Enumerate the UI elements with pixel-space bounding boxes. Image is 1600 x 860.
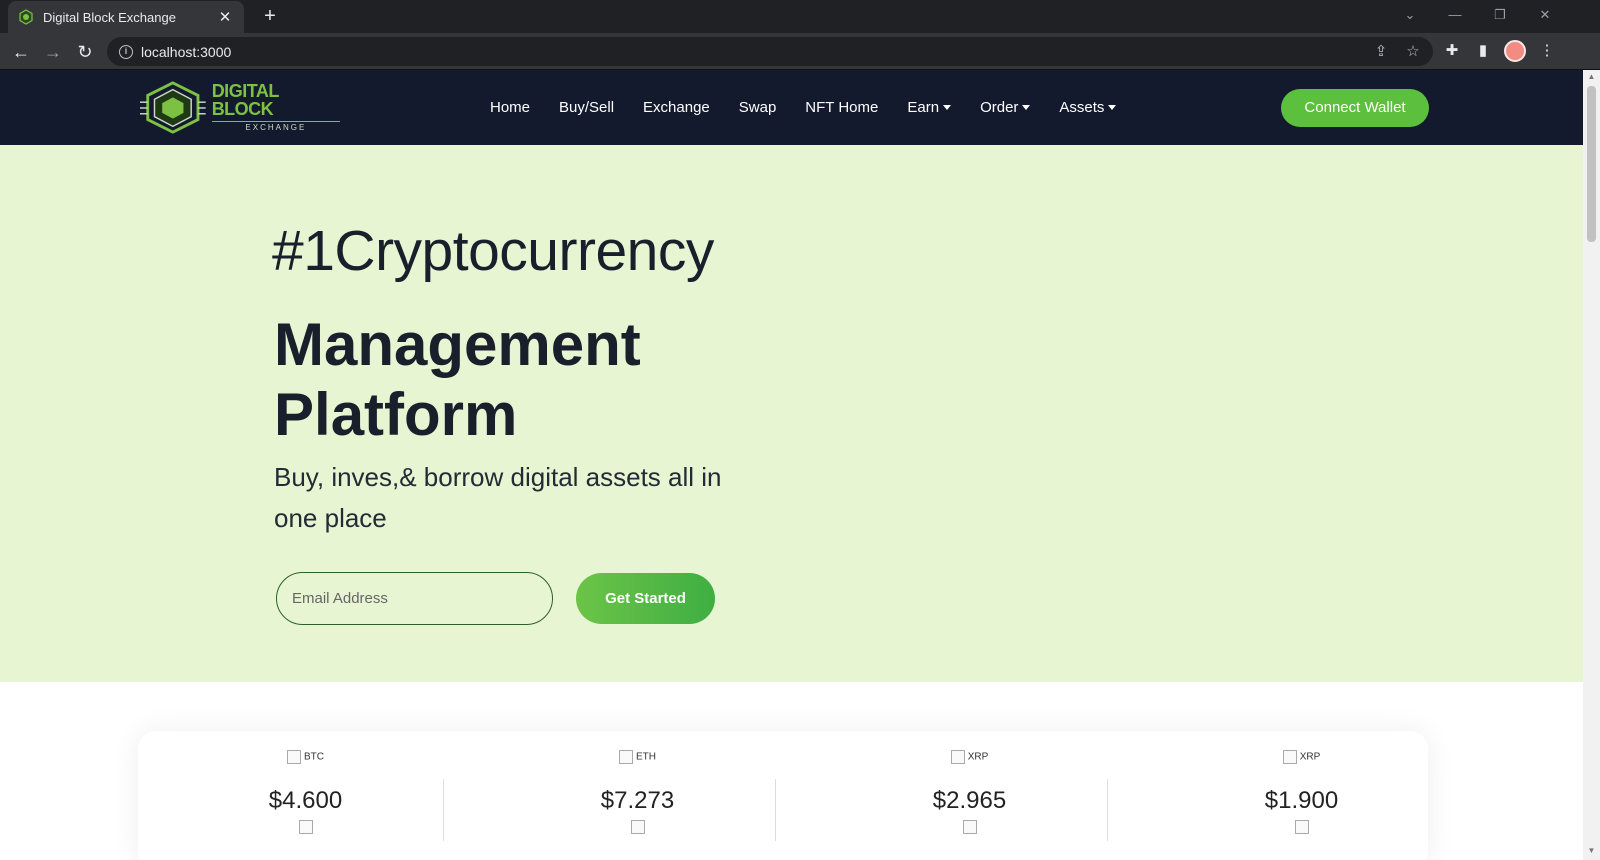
logo-hexagon-icon	[140, 81, 206, 134]
address-bar[interactable]: i localhost:3000 ⇪ ☆	[107, 37, 1433, 66]
site-info-icon[interactable]: i	[119, 44, 133, 59]
browser-toolbar: ← → ↻ i localhost:3000 ⇪ ☆ ✚ ▮ ⋮	[0, 33, 1600, 70]
hero-section: #1Cryptocurrency Management Platform Buy…	[0, 145, 1583, 682]
nav-earn-dropdown[interactable]: Earn	[907, 99, 952, 116]
reload-icon[interactable]: ↻	[71, 38, 99, 66]
ticker-divider	[775, 779, 776, 841]
ticker-price: $2.965	[932, 787, 1007, 814]
scroll-up-icon[interactable]: ▲	[1587, 72, 1596, 82]
nav-buy-sell[interactable]: Buy/Sell	[559, 99, 614, 116]
coin-image-icon	[619, 750, 633, 764]
nav-exchange-label: Exchange	[643, 99, 710, 116]
window-close-icon[interactable]: ✕	[1523, 0, 1567, 30]
ticker-divider	[1107, 779, 1108, 841]
nav-buy-sell-label: Buy/Sell	[559, 99, 615, 116]
caret-down-icon	[943, 105, 952, 110]
main-menu: Home Buy/Sell Exchange Swap NFT Home Ear…	[490, 70, 1145, 145]
ticker-symbol: XRP	[1134, 750, 1469, 764]
get-started-button[interactable]: Get Started	[576, 573, 715, 624]
coin-image-icon	[950, 750, 965, 764]
nav-order-dropdown[interactable]: Order	[980, 99, 1031, 116]
sparkline-image-icon	[962, 820, 977, 834]
email-input[interactable]	[276, 572, 553, 625]
ticker-item: XRP $2.965	[802, 731, 1137, 860]
ticker-divider	[443, 779, 444, 841]
ticker-price: $4.600	[268, 787, 343, 814]
ticker-item: BTC $4.600	[138, 731, 473, 860]
profile-avatar[interactable]	[1504, 40, 1526, 62]
chrome-menu-icon[interactable]: ⋮	[1534, 38, 1560, 64]
nav-swap[interactable]: Swap	[739, 99, 777, 116]
share-icon[interactable]: ⇪	[1369, 37, 1393, 66]
nav-order-label: Order	[980, 99, 1019, 116]
ticker-symbol-text: ETH	[636, 751, 656, 763]
sparkline-image-icon	[630, 820, 645, 834]
favicon-icon	[19, 9, 33, 25]
minimize-icon[interactable]: —	[1433, 0, 1477, 30]
new-tab-button[interactable]: +	[258, 4, 282, 28]
address-url[interactable]: localhost:3000	[141, 44, 231, 60]
nav-nft-home-label: NFT Home	[805, 99, 879, 116]
nav-home[interactable]: Home	[490, 99, 530, 116]
browser-tabstrip: Digital Block Exchange ✕ + ⌄ — ❐ ✕	[0, 0, 1600, 33]
ticker-symbol: BTC	[138, 750, 473, 764]
nav-home-label: Home	[490, 99, 531, 116]
ticker-symbol-text: BTC	[304, 751, 324, 763]
nav-assets-label: Assets	[1059, 99, 1105, 116]
hero-subtitle: Buy, inves,& borrow digital assets all i…	[274, 462, 722, 533]
nav-exchange[interactable]: Exchange	[643, 99, 710, 116]
site-navbar: DIGITAL BLOCK EXCHANGE Home Buy/Sell Exc…	[0, 70, 1583, 145]
ticker-symbol-text: XRP	[1299, 751, 1321, 763]
tab-close-icon[interactable]: ✕	[216, 8, 234, 26]
logo-title: DIGITAL BLOCK	[211, 81, 279, 119]
hero-heading-line1: #1Cryptocurrency	[272, 219, 714, 283]
ticker-item: ETH $7.273	[470, 731, 805, 860]
browser-tab[interactable]: Digital Block Exchange ✕	[8, 1, 244, 33]
ticker-item: XRP $1.900	[1134, 731, 1469, 860]
back-icon[interactable]: ←	[7, 38, 35, 66]
coin-image-icon	[287, 750, 301, 764]
site-logo[interactable]: DIGITAL BLOCK EXCHANGE	[140, 80, 340, 135]
page-viewport: DIGITAL BLOCK EXCHANGE Home Buy/Sell Exc…	[0, 70, 1583, 860]
tab-search-icon[interactable]: ⌄	[1388, 0, 1432, 30]
ticker-symbol-text: XRP	[967, 751, 989, 763]
page-scrollbar[interactable]: ▲ ▼	[1583, 70, 1600, 860]
nav-swap-label: Swap	[738, 99, 777, 116]
nav-nft-home[interactable]: NFT Home	[805, 99, 878, 116]
tab-title: Digital Block Exchange	[43, 9, 176, 25]
sparkline-image-icon	[298, 820, 313, 834]
connect-wallet-button[interactable]: Connect Wallet	[1281, 89, 1429, 127]
extensions-icon[interactable]: ✚	[1439, 38, 1465, 64]
scrollbar-thumb[interactable]	[1587, 86, 1596, 242]
nav-assets-dropdown[interactable]: Assets	[1059, 99, 1117, 116]
sparkline-image-icon	[1294, 820, 1309, 834]
restore-icon[interactable]: ❐	[1478, 0, 1522, 30]
ticker-price: $1.900	[1264, 787, 1339, 814]
caret-down-icon	[1022, 105, 1031, 110]
ticker-symbol: XRP	[802, 750, 1137, 764]
scroll-down-icon[interactable]: ▼	[1587, 846, 1596, 856]
forward-icon[interactable]: →	[39, 38, 67, 66]
ticker-price: $7.273	[600, 787, 675, 814]
coin-image-icon	[1282, 750, 1297, 764]
caret-down-icon	[1108, 105, 1117, 110]
ticker-symbol: ETH	[470, 750, 805, 764]
nav-earn-label: Earn	[907, 99, 940, 116]
ticker-card: BTC $4.600 ETH $7.273 XRP $2.965 XRP $1.…	[138, 731, 1428, 860]
logo-subtitle: EXCHANGE	[211, 121, 340, 133]
side-panel-icon[interactable]: ▮	[1470, 38, 1496, 64]
bookmark-star-icon[interactable]: ☆	[1401, 37, 1425, 66]
hero-heading-line2: Management Platform	[274, 311, 641, 448]
